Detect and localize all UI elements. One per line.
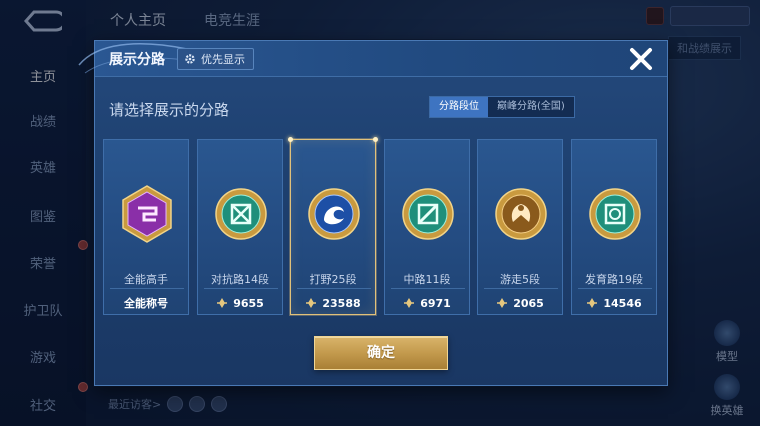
modal-title: 展示分路	[109, 52, 165, 68]
lane-card-name: 打野25段	[309, 273, 357, 286]
card-divider	[297, 288, 371, 289]
lane-card-clash-lane[interactable]: 对抗路14段 9655	[197, 139, 283, 315]
lane-card-stat: 14546	[572, 294, 656, 312]
card-divider	[578, 288, 652, 289]
lane-card-stat: 23588	[291, 294, 375, 312]
marksman-badge-icon	[589, 188, 641, 240]
selection-corner-icon	[373, 137, 378, 142]
toggle-peak-lane-national[interactable]: 巅峰分路(全国)	[488, 97, 574, 117]
lane-card-stat-value: 2065	[513, 296, 544, 310]
selection-corner-icon	[288, 137, 293, 142]
lane-card-name: 全能高手	[124, 273, 168, 286]
mid-lane-badge-icon	[402, 188, 454, 240]
lane-card-stat-value: 6971	[420, 296, 451, 310]
purple-hexagon-badge-icon	[122, 185, 172, 243]
gear-icon	[185, 54, 195, 64]
lane-card-jungle[interactable]: 打野25段 23588	[288, 137, 378, 315]
confirm-button[interactable]: 确定	[314, 336, 448, 370]
lane-card-stat-value: 全能称号	[124, 297, 168, 310]
lane-select-prompt: 请选择展示的分路	[109, 101, 230, 119]
card-divider	[391, 288, 465, 289]
modal-header: 展示分路 优先显示	[78, 41, 667, 77]
power-icon	[217, 298, 228, 308]
lane-card-roam[interactable]: 游走5段 2065	[477, 139, 563, 315]
sword-badge-icon	[215, 188, 267, 240]
lane-card-stat: 2065	[478, 294, 562, 312]
priority-display-label: 优先显示	[201, 53, 245, 66]
lane-card-farm-lane[interactable]: 发育路19段 14546	[571, 139, 657, 315]
lane-card-name: 对抗路14段	[211, 273, 269, 286]
power-icon	[497, 298, 508, 308]
lane-card-all-round[interactable]: 全能高手 全能称号	[103, 139, 189, 315]
lane-card-name: 发育路19段	[585, 273, 643, 286]
toggle-lane-rank[interactable]: 分路段位	[430, 97, 488, 117]
lane-card-stat: 6971	[385, 294, 469, 312]
dragon-badge-icon	[308, 188, 360, 240]
lane-card-stat-value: 14546	[603, 296, 642, 310]
power-icon	[404, 298, 415, 308]
close-icon[interactable]	[625, 43, 657, 75]
power-icon	[306, 298, 317, 308]
card-divider	[204, 288, 278, 289]
lane-card-stat-value: 23588	[322, 296, 361, 310]
priority-display-button[interactable]: 优先显示	[177, 48, 254, 70]
roam-badge-icon	[495, 188, 547, 240]
lane-card-stat: 9655	[198, 294, 282, 312]
card-divider	[110, 288, 184, 289]
lane-card-mid-lane[interactable]: 中路11段 6971	[384, 139, 470, 315]
lane-mode-toggle: 分路段位 巅峰分路(全国)	[429, 96, 575, 118]
power-icon	[587, 298, 598, 308]
lane-display-modal: 展示分路 优先显示 请选择展示的分路 分路段位 巅峰分路(全国) 全能高手 全能…	[78, 40, 668, 386]
lane-card-stat: 全能称号	[104, 294, 188, 312]
lane-card-stat-value: 9655	[233, 296, 264, 310]
card-divider	[484, 288, 558, 289]
lane-card-name: 中路11段	[403, 273, 451, 286]
lane-card-name: 游走5段	[500, 273, 540, 286]
